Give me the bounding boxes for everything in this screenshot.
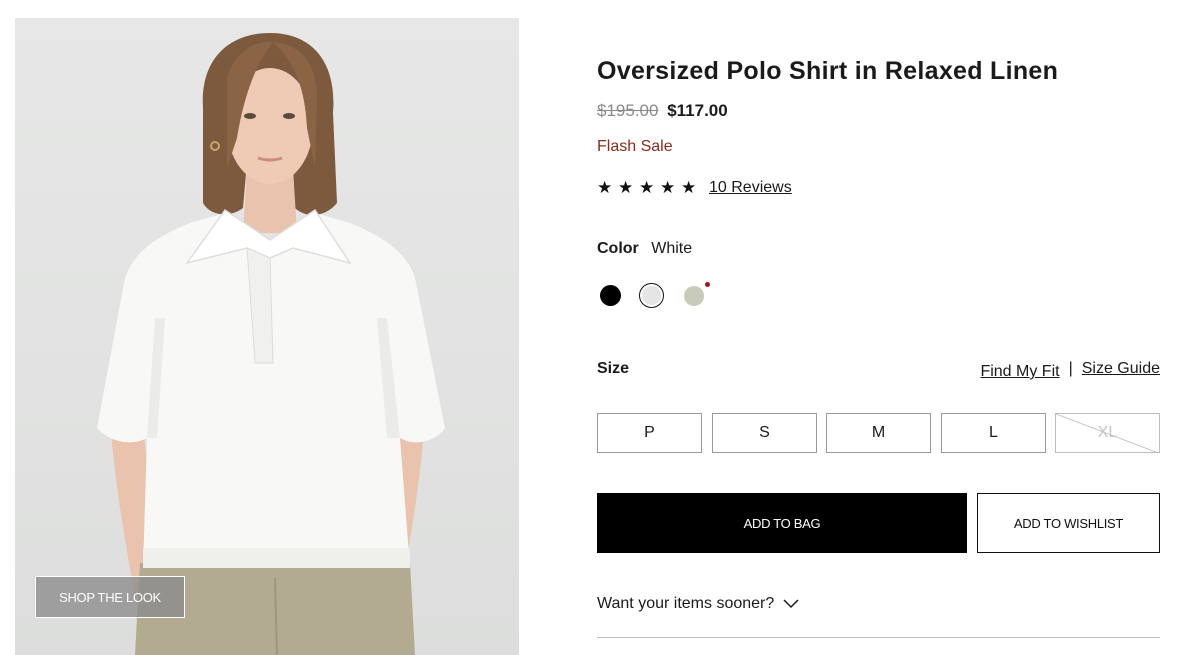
- chevron-down-icon: [783, 599, 799, 609]
- product-title: Oversized Polo Shirt in Relaxed Linen: [597, 57, 1059, 85]
- star-icon: ★: [660, 178, 676, 197]
- size-option-s[interactable]: S: [712, 413, 817, 453]
- product-image[interactable]: SHOP THE LOOK: [15, 18, 519, 655]
- star-icon: ★: [639, 178, 655, 197]
- delivery-accordion-toggle[interactable]: Want your items sooner?: [597, 595, 799, 613]
- size-links: Find My Fit | Size Guide: [980, 360, 1160, 381]
- size-option-p[interactable]: P: [597, 413, 702, 453]
- sale-price: $117.00: [667, 101, 728, 120]
- find-my-fit-link[interactable]: Find My Fit: [980, 363, 1059, 381]
- size-label: Size: [597, 360, 630, 377]
- flash-sale-label: Flash Sale: [597, 138, 673, 155]
- size-links-separator: |: [1068, 360, 1073, 377]
- unavailable-strike-icon: [1056, 414, 1158, 452]
- original-price: $195.00: [597, 101, 659, 120]
- star-icon: ★: [597, 178, 613, 197]
- add-to-wishlist-button[interactable]: ADD TO WISHLIST: [977, 493, 1160, 553]
- reviews-link[interactable]: 10 Reviews: [709, 179, 792, 197]
- delivery-label: Want your items sooner?: [597, 595, 775, 612]
- swatch-badge-dot: [705, 282, 710, 287]
- shop-the-look-button[interactable]: SHOP THE LOOK: [35, 576, 185, 618]
- color-swatches: [597, 282, 727, 312]
- selected-color: White: [651, 240, 693, 257]
- add-to-bag-button[interactable]: ADD TO BAG: [597, 493, 967, 553]
- swatch-sage[interactable]: [684, 286, 704, 306]
- star-icon: ★: [681, 178, 697, 197]
- size-option-m[interactable]: M: [826, 413, 931, 453]
- product-photo-illustration: [97, 33, 445, 655]
- color-row: Color White: [597, 240, 692, 258]
- color-label: Color: [597, 240, 639, 257]
- rating: ★ ★ ★ ★ ★ 10 Reviews: [597, 178, 792, 198]
- swatch-black[interactable]: [600, 285, 621, 306]
- price-row: $195.00 $117.00: [597, 101, 728, 121]
- divider: [597, 637, 1160, 638]
- swatch-white[interactable]: [639, 283, 664, 308]
- size-option-xl-unavailable[interactable]: XL: [1055, 413, 1160, 453]
- star-icon: ★: [618, 178, 634, 197]
- size-option-l[interactable]: L: [941, 413, 1046, 453]
- size-guide-link[interactable]: Size Guide: [1082, 360, 1160, 378]
